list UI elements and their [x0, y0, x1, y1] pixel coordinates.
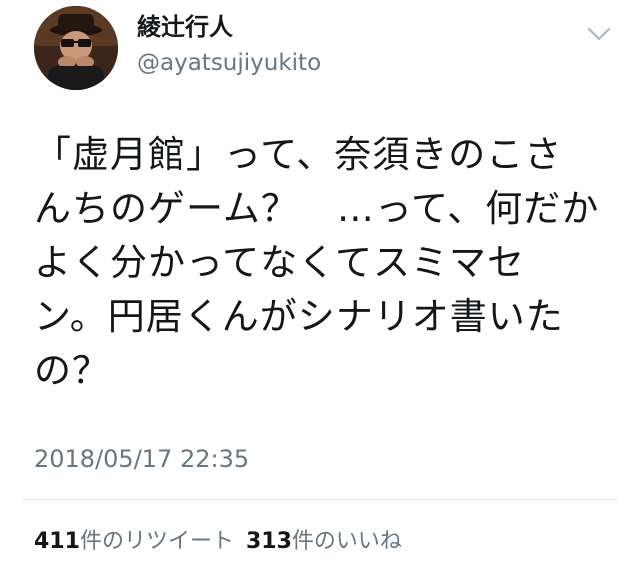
tweet-text-line: ン。円居くんがシナリオ書いた: [34, 295, 564, 338]
tweet-timestamp[interactable]: 2018/05/17 22:35: [34, 443, 249, 475]
tweet-text-line: よく分かってなくてスミマセ: [34, 241, 526, 284]
tweet-text-line: 「虚月館」って、奈須きのこさ: [34, 133, 563, 176]
tweet-text-line: の？: [34, 349, 110, 392]
retweet-count: 411: [34, 529, 80, 554]
retweet-count-link[interactable]: 411件のリツイート: [34, 529, 234, 554]
like-count: 313: [245, 529, 292, 554]
engagement-stats: 411件のリツイート 313件のいいね: [34, 527, 402, 557]
like-count-link[interactable]: 313件のいいね: [246, 529, 402, 554]
chevron-down-icon[interactable]: [585, 24, 613, 44]
retweet-label: 件のリツイート: [79, 529, 234, 554]
user-handle[interactable]: @ayatsujiyukito: [137, 48, 321, 78]
divider: [22, 499, 618, 500]
avatar[interactable]: [34, 6, 118, 90]
display-name[interactable]: 綾辻行人: [137, 12, 233, 42]
avatar-photo: [34, 6, 118, 90]
like-label: 件のいいね: [291, 529, 402, 554]
tweet-card: 綾辻行人 @ayatsujiyukito 「虚月館」って、奈須きのこさ んちのゲ…: [0, 0, 640, 578]
tweet-text-line: んちのゲーム？ …って、何だか: [34, 187, 600, 230]
tweet-text: 「虚月館」って、奈須きのこさ んちのゲーム？ …って、何だか よく分かってなくて…: [34, 128, 614, 398]
